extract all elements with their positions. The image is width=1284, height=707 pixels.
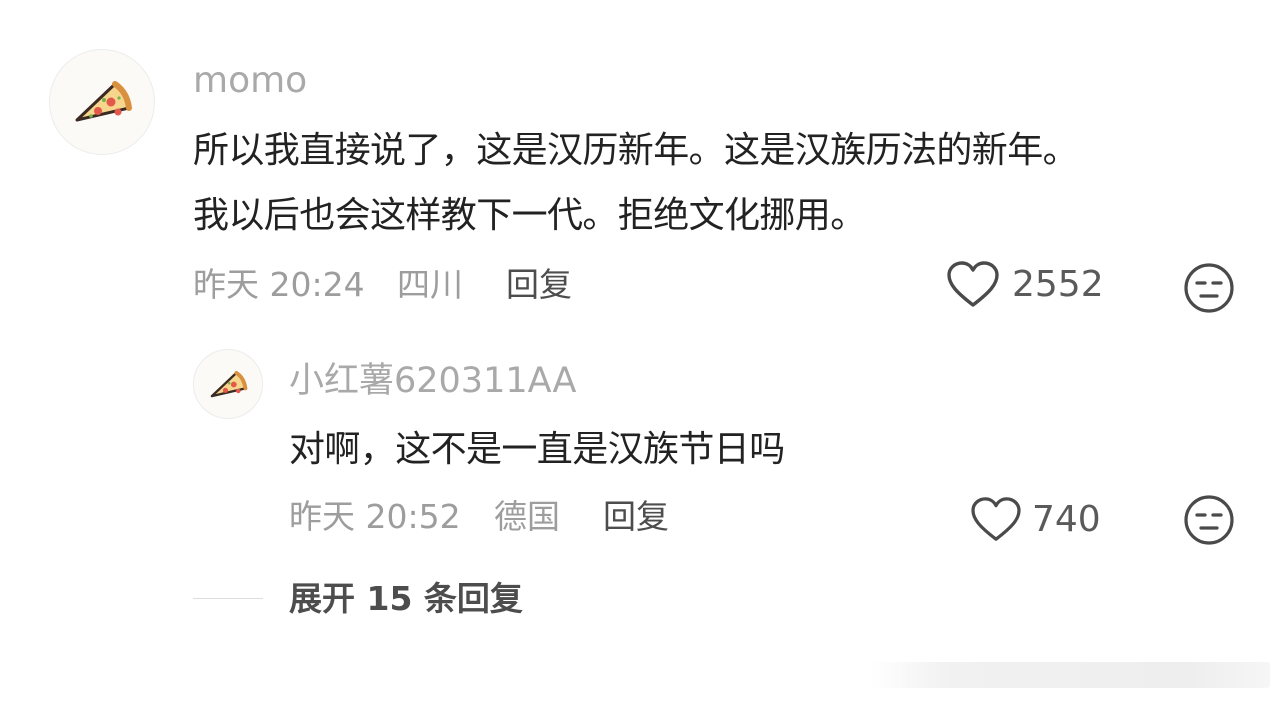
comment-username[interactable]: momo (193, 60, 307, 102)
comment-text-line-1: 所以我直接说了，这是汉历新年。这是汉族历法的新年。 (193, 130, 1079, 171)
reply-like-button[interactable]: 740 (970, 497, 1101, 543)
comment-avatar[interactable] (49, 49, 155, 155)
expand-replies-button[interactable]: 展开 15 条回复 (289, 579, 523, 619)
reply-location: 德国 (494, 497, 560, 536)
reply-text: 对啊，这不是一直是汉族节日吗 (289, 429, 785, 470)
comment-reply-button[interactable]: 回复 (506, 265, 572, 305)
watermark-band (870, 662, 1270, 688)
meh-face-icon (1184, 263, 1234, 313)
reply-username[interactable]: 小红薯620311AA (289, 360, 576, 402)
reply-time: 昨天 20:52 (289, 497, 461, 536)
comment-text-line-2: 我以后也会这样教下一代。拒绝文化挪用。 (193, 195, 866, 236)
reply-like-count: 740 (1032, 499, 1101, 540)
heart-outline-icon (947, 261, 999, 307)
expand-divider (193, 598, 263, 599)
heart-outline-icon (971, 497, 1021, 541)
comment-like-count: 2552 (1012, 264, 1104, 305)
comment-time: 昨天 20:24 (193, 265, 365, 304)
comment-location: 四川 (397, 265, 463, 304)
reply-avatar[interactable] (193, 349, 263, 419)
reply-reply-button[interactable]: 回复 (603, 497, 669, 537)
comment-like-button[interactable]: 2552 (946, 261, 1104, 308)
meh-face-icon (1184, 495, 1234, 545)
comment-dislike-button[interactable] (1183, 262, 1235, 314)
pizza-slice-icon (210, 370, 248, 397)
pizza-slice-icon (75, 81, 132, 122)
reply-dislike-button[interactable] (1183, 494, 1235, 546)
